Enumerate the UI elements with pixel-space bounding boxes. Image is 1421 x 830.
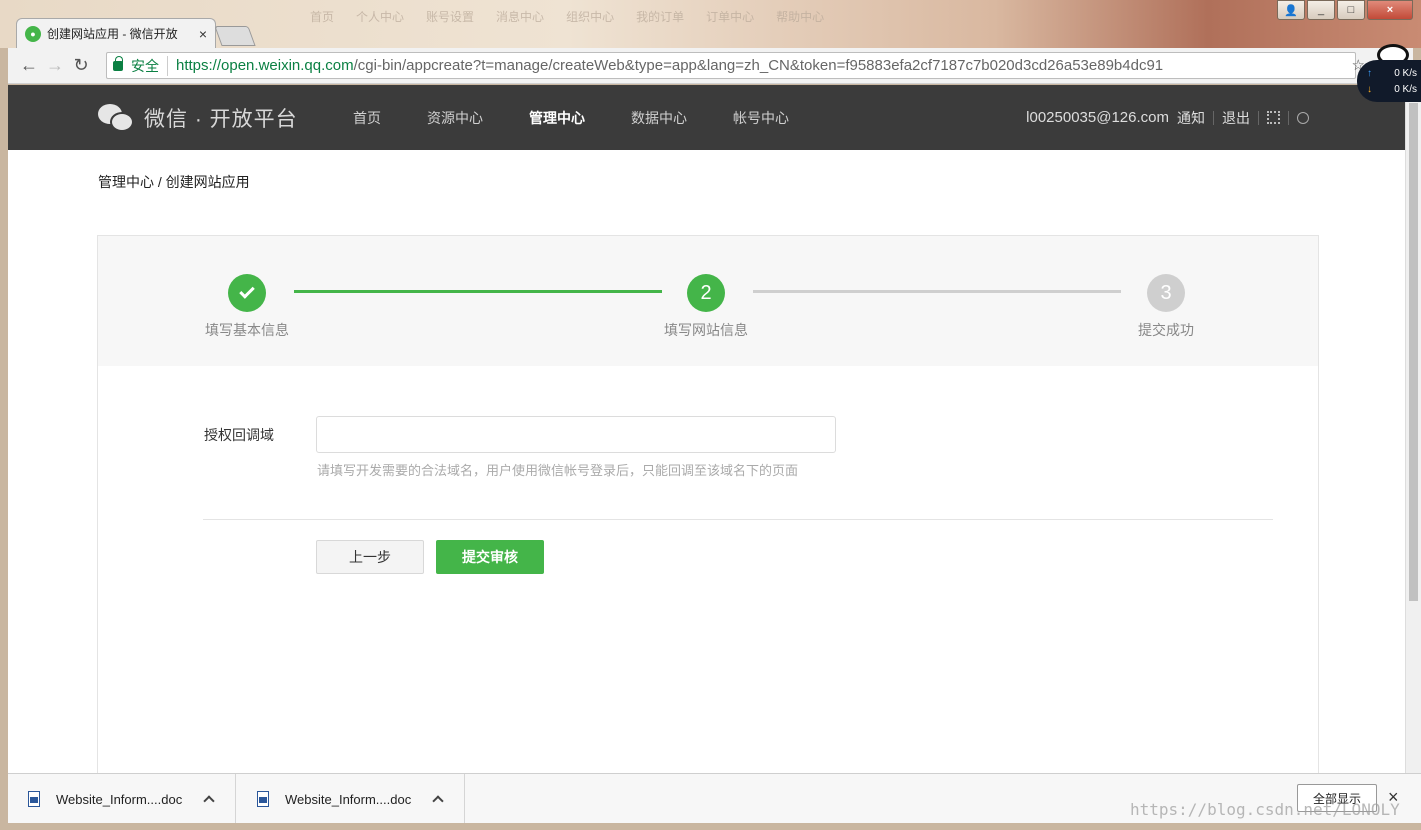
create-app-panel: 填写基本信息 2 填写网站信息 3 提交成功 授权回调域 请填写开发需要的合法域… — [97, 235, 1319, 773]
faded-nav-item: 账号设置 — [426, 10, 475, 24]
secure-label: 安全 — [131, 55, 168, 76]
page-scrollbar[interactable] — [1405, 85, 1421, 773]
account-icon[interactable]: 👤 — [1277, 0, 1305, 20]
main-nav: 首页 资源中心 管理中心 数据中心 帐号中心 — [353, 85, 789, 150]
chevron-up-icon[interactable] — [203, 795, 215, 807]
globe-icon[interactable] — [1297, 111, 1309, 124]
faded-nav-item: 消息中心 — [496, 10, 545, 24]
maximize-button[interactable]: □ — [1337, 0, 1365, 20]
user-bar: l00250035@126.com 通知 退出 — [1026, 85, 1309, 150]
callback-domain-hint: 请填写开发需要的合法域名，用户使用微信帐号登录后，只能回调至该域名下的页面 — [317, 463, 799, 478]
page-content: 微信 · 开放平台 首页 资源中心 管理中心 数据中心 帐号中心 l002500… — [8, 85, 1405, 773]
site-header: 微信 · 开放平台 首页 资源中心 管理中心 数据中心 帐号中心 l002500… — [8, 85, 1405, 150]
tab-close-icon[interactable]: × — [199, 26, 207, 42]
wechat-favicon-icon: ● — [25, 25, 41, 42]
nav-item-home[interactable]: 首页 — [353, 108, 381, 128]
back-arrow-icon[interactable]: ← — [16, 55, 42, 76]
browser-toolbar: ← → ↻ 安全 https://open.weixin.qq.com/cgi-… — [8, 48, 1413, 84]
nav-item-account[interactable]: 帐号中心 — [733, 108, 789, 128]
qrcode-icon[interactable] — [1267, 111, 1280, 124]
step-line-pending — [753, 290, 1121, 293]
upload-speed: 0 K/s — [1394, 68, 1417, 79]
browser-tab[interactable]: ● 创建网站应用 - 微信开放 × — [16, 18, 216, 48]
download-filename: Website_Inform....doc — [285, 791, 412, 807]
lock-icon — [113, 55, 123, 71]
form-divider — [203, 519, 1273, 520]
upload-arrow-icon: ↑ — [1367, 68, 1372, 79]
breadcrumb: 管理中心 / 创建网站应用 — [98, 174, 250, 190]
site-logo[interactable]: 微信 · 开放平台 — [98, 103, 298, 133]
faded-nav-item: 订单中心 — [706, 10, 755, 24]
step-2-label: 填写网站信息 — [664, 322, 748, 338]
step-line-completed — [294, 290, 662, 293]
scroll-thumb[interactable] — [1409, 103, 1418, 601]
forward-arrow-icon[interactable]: → — [42, 55, 68, 76]
submit-review-button[interactable]: 提交审核 — [436, 540, 544, 574]
logout-link[interactable]: 退出 — [1222, 108, 1250, 128]
network-speed-widget: ↑ 0 K/s ↓ 0 K/s — [1357, 60, 1421, 102]
faded-nav-item: 帮助中心 — [776, 10, 825, 24]
nav-item-resources[interactable]: 资源中心 — [427, 108, 483, 128]
url-host: open.weixin.qq.com — [221, 57, 354, 74]
nav-item-data[interactable]: 数据中心 — [631, 108, 687, 128]
reload-icon[interactable]: ↻ — [68, 55, 94, 76]
user-email[interactable]: l00250035@126.com — [1026, 109, 1169, 126]
word-doc-icon — [28, 791, 40, 807]
window-close-button[interactable]: × — [1367, 0, 1413, 20]
background-faded-nav: 首页 个人中心 账号设置 消息中心 组织中心 我的订单 订单中心 帮助中心 — [310, 8, 824, 25]
divider — [1288, 110, 1289, 125]
step-2-circle: 2 — [687, 274, 725, 312]
download-speed: 0 K/s — [1394, 84, 1417, 95]
step-3-circle: 3 — [1147, 274, 1185, 312]
callback-domain-label: 授权回调域 — [204, 427, 274, 443]
logo-text: 微信 · 开放平台 — [144, 108, 298, 131]
watermark: https://blog.csdn.net/LONOLY — [1130, 800, 1400, 819]
download-item[interactable]: Website_Inform....doc — [237, 774, 465, 824]
url-path: /cgi-bin/appcreate?t=manage/createWeb&ty… — [353, 57, 1164, 74]
wechat-logo-icon — [98, 104, 134, 132]
faded-nav-item: 我的订单 — [636, 10, 685, 24]
prev-step-button[interactable]: 上一步 — [316, 540, 424, 574]
callback-domain-input[interactable] — [316, 416, 836, 453]
window-bottom-edge — [0, 823, 1421, 830]
chevron-up-icon[interactable] — [432, 795, 444, 807]
step-3-label: 提交成功 — [1138, 322, 1194, 338]
download-arrow-icon: ↓ — [1367, 84, 1372, 95]
divider — [1258, 110, 1259, 125]
checkmark-icon — [239, 283, 255, 299]
tab-title: 创建网站应用 - 微信开放 — [47, 27, 178, 41]
notify-link[interactable]: 通知 — [1177, 108, 1205, 128]
step-1-label: 填写基本信息 — [205, 322, 289, 338]
address-bar[interactable]: 安全 https://open.weixin.qq.com/cgi-bin/ap… — [106, 52, 1356, 79]
window-titlebar: 首页 个人中心 账号设置 消息中心 组织中心 我的订单 订单中心 帮助中心 ● … — [0, 0, 1421, 48]
faded-nav-item: 首页 — [310, 10, 335, 24]
window-controls: 👤 _ □ × — [1277, 0, 1413, 20]
step-1-done-circle — [228, 274, 266, 312]
divider — [1213, 110, 1214, 125]
nav-item-management[interactable]: 管理中心 — [529, 108, 585, 128]
url-scheme: https:// — [176, 57, 222, 74]
download-filename: Website_Inform....doc — [56, 791, 183, 807]
download-item[interactable]: Website_Inform....doc — [8, 774, 236, 824]
faded-nav-item: 个人中心 — [356, 10, 405, 24]
minimize-button[interactable]: _ — [1307, 0, 1335, 20]
new-tab-button[interactable] — [214, 26, 256, 46]
faded-nav-item: 组织中心 — [566, 10, 615, 24]
word-doc-icon — [257, 791, 269, 807]
step-progress: 填写基本信息 2 填写网站信息 3 提交成功 — [98, 236, 1318, 366]
